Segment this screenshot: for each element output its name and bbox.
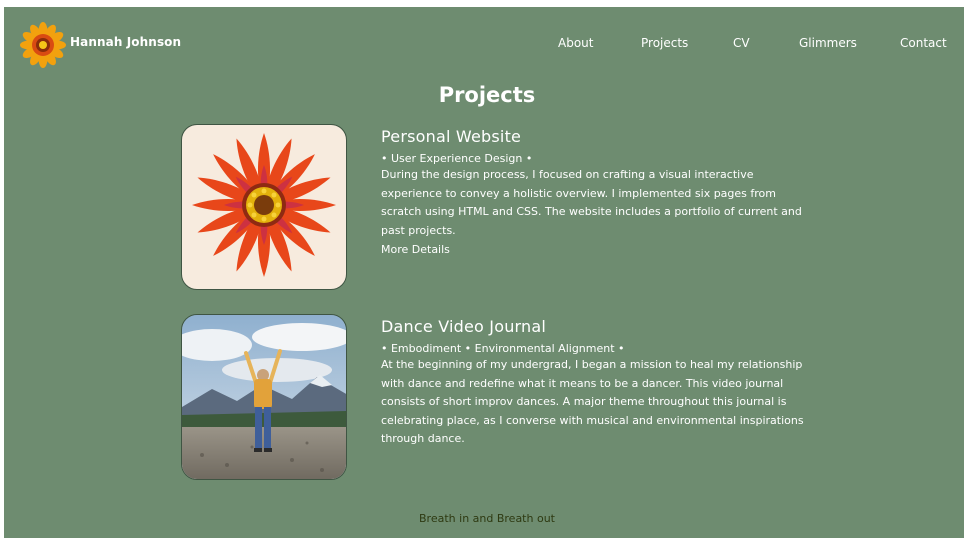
page: Hannah Johnson About Projects CV Glimmer… — [4, 7, 964, 538]
flower-logo-icon[interactable] — [20, 22, 66, 68]
more-details-link[interactable]: More Details — [381, 243, 450, 256]
site-name[interactable]: Hannah Johnson — [70, 35, 181, 49]
project-tags: • User Experience Design • — [381, 152, 533, 165]
project-title: Dance Video Journal — [381, 317, 547, 336]
project-tags: • Embodiment • Environmental Alignment • — [381, 342, 625, 355]
nav-about[interactable]: About — [558, 36, 593, 50]
project-description: During the design process, I focused on … — [381, 168, 802, 237]
nav-glimmers[interactable]: Glimmers — [799, 36, 857, 50]
nav-cv[interactable]: CV — [733, 36, 750, 50]
personal-website-image — [181, 124, 347, 290]
nav-projects[interactable]: Projects — [641, 36, 688, 50]
dance-journal-image — [181, 314, 347, 480]
footer-text: Breath in and Breath out — [419, 512, 555, 525]
project-description: At the beginning of my undergrad, I bega… — [381, 358, 804, 445]
project-title: Personal Website — [381, 127, 522, 146]
nav-contact[interactable]: Contact — [900, 36, 947, 50]
page-title: Projects — [438, 83, 536, 107]
